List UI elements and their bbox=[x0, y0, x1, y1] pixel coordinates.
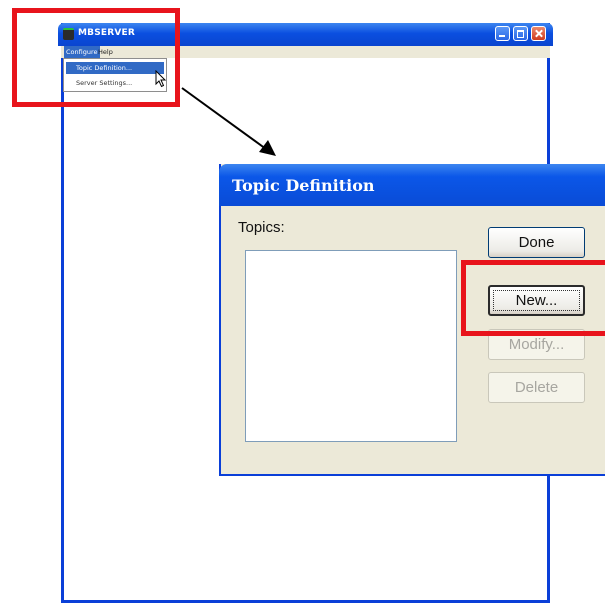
done-button[interactable]: Done bbox=[488, 227, 585, 258]
highlight-box-menu bbox=[12, 8, 180, 107]
dialog-title: Topic Definition bbox=[232, 176, 375, 195]
topics-listbox[interactable] bbox=[245, 250, 457, 442]
dialog-titlebar[interactable]: Topic Definition bbox=[219, 164, 605, 206]
minimize-button[interactable] bbox=[495, 26, 510, 41]
close-icon bbox=[532, 27, 545, 40]
delete-button: Delete bbox=[488, 372, 585, 403]
topics-label: Topics: bbox=[238, 219, 285, 236]
close-button[interactable] bbox=[531, 26, 546, 41]
maximize-button[interactable] bbox=[513, 26, 528, 41]
maximize-icon bbox=[514, 27, 527, 40]
highlight-box-new-button bbox=[461, 260, 605, 336]
minimize-icon bbox=[496, 27, 509, 40]
